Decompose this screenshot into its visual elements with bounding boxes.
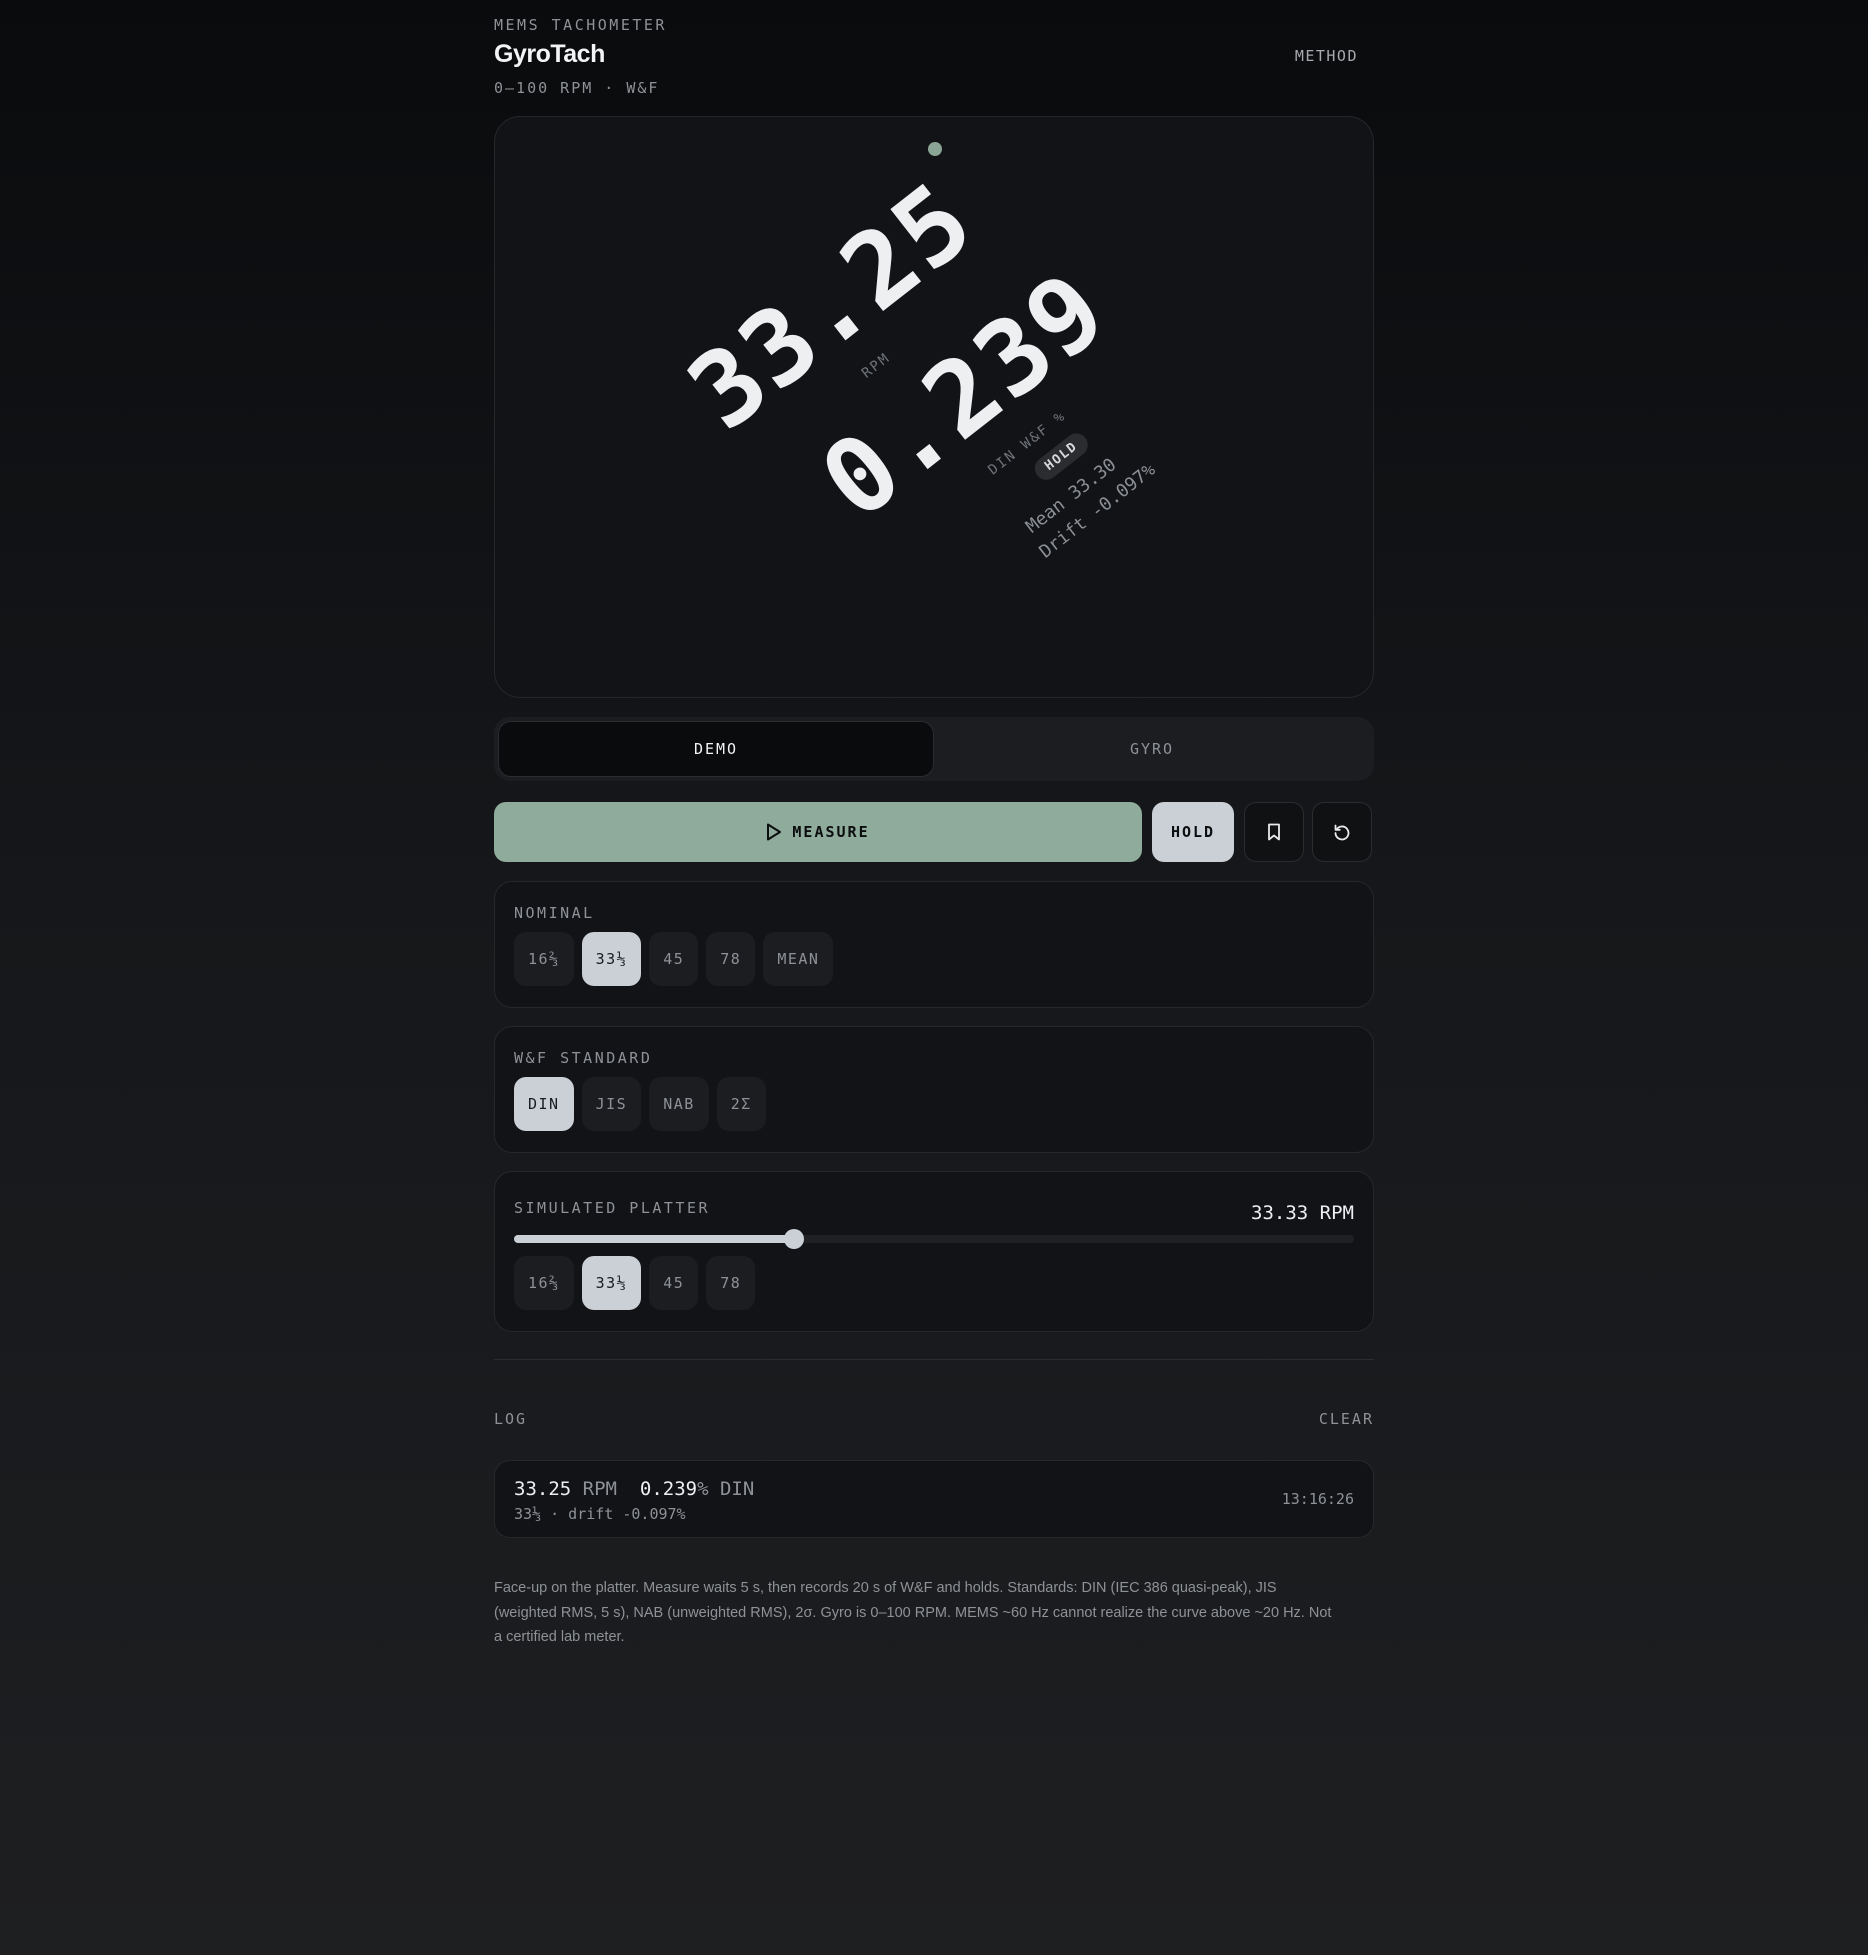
platter-slider-fill: [514, 1235, 794, 1243]
method-link[interactable]: METHOD: [1295, 47, 1358, 65]
log-title: LOG: [494, 1410, 528, 1428]
readout-display: 33.25 RPM 0.239 DIN W&F % HOLD Mean 33.3…: [494, 116, 1374, 698]
standard-panel: W&F STANDARD DIN JIS NAB 2Σ: [494, 1026, 1374, 1153]
standard-label: W&F STANDARD: [514, 1049, 653, 1067]
platter-panel: SIMULATED PLATTER 33.33 RPM 16⅔ 33⅓ 45 7…: [494, 1171, 1374, 1332]
platter-chip-16[interactable]: 16⅔: [514, 1256, 574, 1310]
standard-chip-din[interactable]: DIN: [514, 1077, 574, 1131]
platter-readout: 33.33 RPM: [1251, 1202, 1354, 1224]
platter-slider[interactable]: [514, 1229, 1354, 1249]
platter-chip-33[interactable]: 33⅓: [581, 1256, 642, 1310]
app-title: GyroTach: [494, 40, 605, 68]
bookmark-button[interactable]: [1244, 802, 1304, 862]
play-icon: [767, 823, 782, 841]
mode-gyro-button[interactable]: GYRO: [934, 721, 1370, 777]
nominal-chips: 16⅔ 33⅓ 45 78 MEAN: [514, 932, 834, 986]
log-entry: 33.25 RPM 0.239% DIN 33⅓ · drift -0.097%…: [494, 1460, 1374, 1538]
log-entry-time: 13:16:26: [1281, 1490, 1354, 1508]
standard-chips: DIN JIS NAB 2Σ: [514, 1077, 766, 1131]
nominal-chip-45[interactable]: 45: [649, 932, 699, 986]
clear-log-button[interactable]: CLEAR: [1319, 1410, 1374, 1428]
measure-label: MEASURE: [792, 823, 870, 841]
platter-slider-thumb[interactable]: [783, 1229, 804, 1249]
nominal-chip-33[interactable]: 33⅓: [581, 932, 642, 986]
nominal-chip-78[interactable]: 78: [706, 932, 756, 986]
standard-chip-jis[interactable]: JIS: [581, 1077, 642, 1131]
platter-chip-45[interactable]: 45: [649, 1256, 699, 1310]
section-divider: [494, 1359, 1374, 1360]
standard-chip-nab[interactable]: NAB: [649, 1077, 709, 1131]
mode-toggle: DEMO GYRO: [494, 717, 1374, 781]
nominal-label: NOMINAL: [514, 904, 595, 922]
reset-button[interactable]: [1312, 802, 1372, 862]
standard-chip-2sigma[interactable]: 2Σ: [716, 1077, 766, 1131]
log-entry-wf: 0.239: [639, 1478, 698, 1500]
rotating-readout: 33.25 RPM 0.239 DIN W&F % HOLD Mean 33.3…: [495, 117, 1373, 697]
footnote: Face-up on the platter. Measure waits 5 …: [494, 1580, 1332, 1645]
nominal-chip-mean[interactable]: MEAN: [763, 932, 834, 986]
reset-icon: [1334, 824, 1350, 841]
log-entry-detail: 33⅓ · drift -0.097%: [514, 1505, 686, 1523]
nominal-panel: NOMINAL 16⅔ 33⅓ 45 78 MEAN: [494, 881, 1374, 1008]
hold-button[interactable]: HOLD: [1152, 802, 1234, 862]
platter-label: SIMULATED PLATTER: [514, 1199, 711, 1217]
log-entry-main: 33.25 RPM 0.239% DIN: [514, 1478, 754, 1500]
log-entry-rpm-unit: RPM: [582, 1478, 617, 1500]
app-eyebrow: MEMS TACHOMETER: [494, 16, 667, 34]
platter-chip-78[interactable]: 78: [706, 1256, 756, 1310]
nominal-chip-16[interactable]: 16⅔: [514, 932, 574, 986]
mode-demo-button[interactable]: DEMO: [498, 721, 934, 777]
log-entry-wf-unit: % DIN: [697, 1478, 755, 1500]
measure-button[interactable]: MEASURE: [494, 802, 1142, 862]
log-entry-rpm: 33.25: [514, 1478, 572, 1500]
bookmark-icon: [1268, 823, 1280, 841]
app-subtitle: 0–100 RPM · W&F: [494, 79, 660, 97]
platter-chips: 16⅔ 33⅓ 45 78: [514, 1256, 756, 1310]
